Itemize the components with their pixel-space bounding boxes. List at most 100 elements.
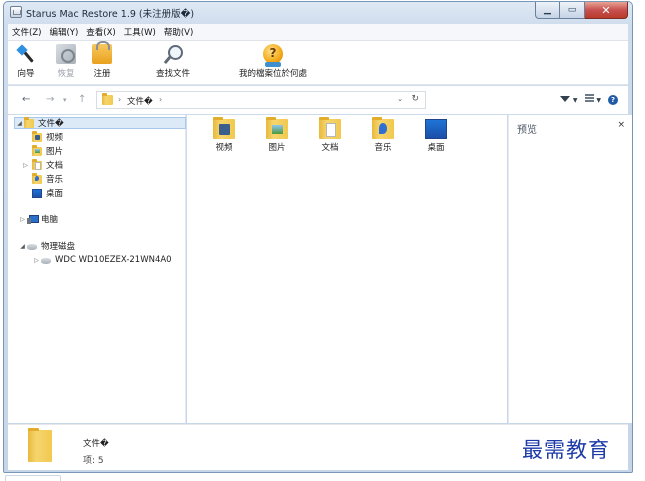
desktop-icon	[425, 119, 447, 139]
lock-icon	[92, 41, 112, 64]
menu-help[interactable]: 帮助(V)	[160, 26, 197, 38]
folder-pictures-icon	[32, 144, 42, 156]
tree-item-disk[interactable]: ▷ WDC WD10EZEX-21WN4A0	[32, 254, 172, 266]
help-icon	[263, 44, 283, 67]
tree-item-label: 物理磁盘	[41, 242, 76, 252]
content-pane: 视频 图片 文档 音乐 桌面	[187, 115, 507, 423]
search-icon	[163, 44, 183, 64]
register-label: 注册	[93, 69, 111, 79]
app-window: Starus Mac Restore 1.9 (未注册版�) ▁ ▭ ✕ 文件(…	[3, 1, 633, 473]
disk-icon	[27, 244, 37, 250]
recover-label: 恢复	[57, 69, 75, 79]
folder-video-icon	[213, 117, 235, 139]
recover-icon	[56, 44, 76, 64]
maximize-button[interactable]: ▭	[560, 2, 585, 19]
collapsed-arrow-icon[interactable]: ▷	[21, 162, 30, 169]
collapsed-arrow-icon[interactable]: ▷	[18, 216, 27, 223]
tree-item-label: WDC WD10EZEX-21WN4A0	[55, 255, 172, 265]
list-item-music[interactable]: 音乐	[361, 117, 405, 153]
close-button[interactable]: ✕	[585, 2, 628, 19]
tree-item-videos[interactable]: 视频	[32, 130, 64, 143]
watermark-text: 最需教育	[522, 438, 610, 462]
address-bar[interactable]: › 文件� › ⌄ ↻	[96, 91, 426, 109]
history-dropdown-icon[interactable]: ▾	[63, 96, 67, 104]
wizard-button[interactable]: 向导	[16, 44, 36, 79]
list-item-videos[interactable]: 视频	[202, 117, 246, 153]
item-label: 音乐	[374, 143, 392, 153]
address-dropdown-icon[interactable]: ⌄	[397, 95, 403, 103]
tree-item-computer[interactable]: ▷ 电脑	[18, 213, 58, 225]
folder-music-icon	[372, 117, 394, 139]
folder-documents-icon	[319, 117, 341, 139]
breadcrumb-separator-icon[interactable]: ›	[159, 95, 162, 104]
search-files-button[interactable]: 查找文件	[156, 44, 190, 79]
wizard-label: 向导	[17, 69, 35, 79]
selected-item-name: 文件�	[83, 439, 109, 449]
list-item-desktop[interactable]: 桌面	[414, 119, 458, 153]
tree-item-documents-root[interactable]: ◢ 文件�	[14, 116, 186, 129]
tree-item-physical-disks[interactable]: ◢ 物理磁盘	[18, 240, 75, 252]
find-case-label: 我的檔案位於何處	[239, 69, 308, 79]
menu-bar: 文件(Z) 编辑(Y) 查看(X) 工具(W) 帮助(V)	[8, 24, 628, 41]
taskbar-fragment	[5, 475, 61, 481]
expand-arrow-icon[interactable]: ◢	[18, 243, 27, 250]
tree-item-desktop[interactable]: 桌面	[32, 187, 63, 199]
tree-item-documents[interactable]: ▷ 文档	[23, 158, 64, 171]
menu-edit[interactable]: 编辑(Y)	[45, 26, 82, 38]
minimize-button[interactable]: ▁	[535, 2, 560, 19]
recover-button[interactable]: 恢复	[56, 44, 76, 79]
back-arrow-icon[interactable]: ←	[22, 94, 30, 105]
up-arrow-icon[interactable]: ↑	[78, 94, 86, 105]
filter-icon	[560, 95, 570, 102]
folder-music-icon	[32, 172, 42, 184]
tree-item-label: 图片	[46, 147, 64, 157]
refresh-icon[interactable]: ↻	[411, 94, 419, 104]
view-button[interactable]: ▼	[584, 94, 601, 105]
collapsed-arrow-icon[interactable]: ▷	[32, 257, 41, 264]
item-count: 项: 5	[83, 456, 104, 466]
tree-item-label: 视频	[46, 133, 64, 143]
item-label: 视频	[215, 143, 233, 153]
menu-tools[interactable]: 工具(W)	[120, 26, 160, 38]
menu-file[interactable]: 文件(Z)	[8, 26, 45, 38]
list-item-documents[interactable]: 文档	[308, 117, 352, 153]
computer-icon	[27, 214, 39, 224]
folder-video-icon	[32, 130, 42, 142]
desktop-icon	[32, 188, 42, 198]
search-files-label: 查找文件	[156, 69, 191, 79]
expand-arrow-icon[interactable]: ◢	[15, 120, 24, 127]
tree-item-label: 音乐	[46, 175, 64, 185]
tree-item-music[interactable]: 音乐	[32, 172, 64, 185]
menu-view[interactable]: 查看(X)	[82, 26, 119, 38]
filter-button[interactable]: ▼	[560, 95, 578, 105]
close-icon[interactable]: ×	[617, 120, 625, 130]
breadcrumb-separator-icon[interactable]: ›	[118, 95, 121, 104]
forward-arrow-icon[interactable]: →	[46, 94, 54, 105]
list-item-pictures[interactable]: 图片	[255, 117, 299, 153]
item-label: 图片	[268, 143, 286, 153]
tree-item-label: 桌面	[46, 189, 64, 199]
tree-item-pictures[interactable]: 图片	[32, 144, 64, 157]
folder-icon	[28, 428, 52, 462]
preview-pane: 预览 ×	[508, 115, 632, 423]
breadcrumb-current[interactable]: 文件�	[127, 95, 153, 107]
app-icon	[10, 6, 22, 18]
title-bar[interactable]: Starus Mac Restore 1.9 (未注册版�) ▁ ▭ ✕	[4, 2, 632, 23]
folder-pictures-icon	[266, 117, 288, 139]
register-button[interactable]: 注册	[92, 41, 112, 79]
item-label: 桌面	[427, 143, 445, 153]
tree-item-label: 文档	[46, 161, 64, 171]
window-title: Starus Mac Restore 1.9 (未注册版�)	[26, 9, 195, 20]
find-case-button[interactable]: 我的檔案位於何處	[239, 44, 307, 79]
navigation-bar: ← → ▾ ↑ › 文件� › ⌄ ↻ ▼ ▼ ?	[8, 86, 628, 114]
disk-icon	[41, 258, 51, 264]
folder-icon	[24, 116, 34, 128]
item-label: 文档	[321, 143, 339, 153]
folder-icon	[102, 93, 113, 105]
folder-tree: ◢ 文件� 视频 图片 ▷ 文档 音乐 桌面 ▷ 电脑 ◢ 物理磁盘 ▷ WDC…	[8, 115, 186, 423]
toolbar: 向导 恢复 注册 查找文件 我的檔案位於何處	[8, 41, 628, 85]
preview-title: 预览	[517, 125, 537, 136]
magic-wand-icon	[16, 44, 36, 64]
tree-item-label: 电脑	[41, 215, 59, 225]
info-icon[interactable]: ?	[608, 94, 618, 105]
